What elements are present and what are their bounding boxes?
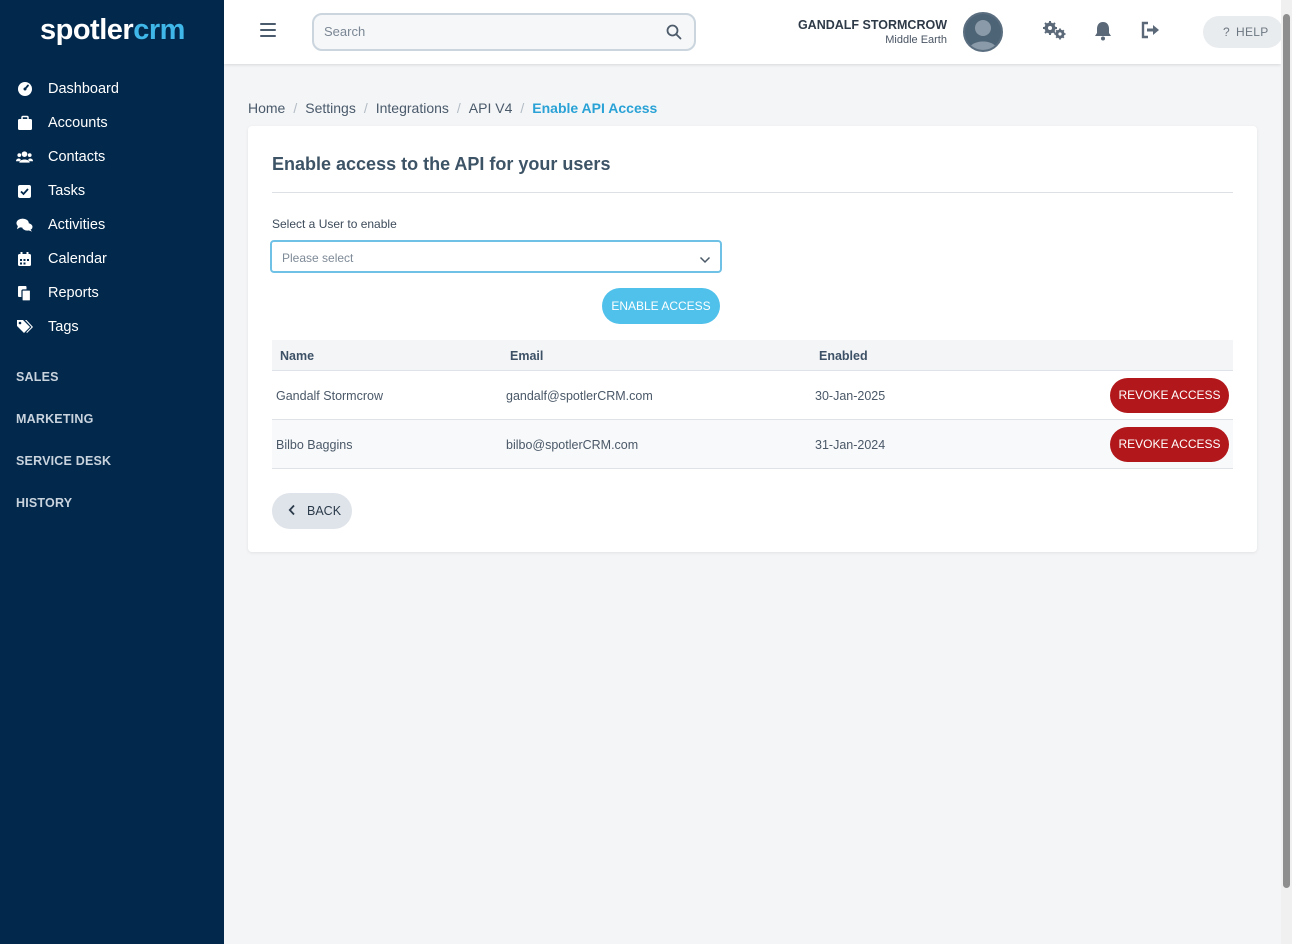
user-name: GANDALF STORMCROW [797, 18, 947, 32]
menu-toggle-icon[interactable] [260, 23, 276, 39]
page-title: Enable access to the API for your users [272, 154, 611, 174]
question-icon: ? [1223, 25, 1230, 39]
top-bar: GANDALF STORMCROW Middle Earth ? HELP [224, 0, 1283, 64]
briefcase-icon [16, 115, 33, 132]
column-header-name: Name [280, 349, 315, 363]
sidebar-item-reports[interactable]: Reports [0, 276, 224, 310]
search-input[interactable] [324, 24, 644, 39]
logout-icon[interactable] [1140, 20, 1164, 44]
back-label: BACK [307, 504, 342, 518]
sidebar-item-label: Accounts [48, 115, 108, 131]
dashboard-icon [16, 81, 33, 98]
cell-email: bilbo@spotlerCRM.com [506, 438, 639, 452]
chevron-down-icon [699, 252, 711, 270]
breadcrumb: Home / Settings / Integrations / API V4 … [248, 100, 657, 116]
sidebar-item-accounts[interactable]: Accounts [0, 106, 224, 140]
app-logo[interactable]: spotlercrm [40, 14, 185, 47]
chevron-left-icon [288, 504, 296, 519]
sidebar-section-sales[interactable]: SALES [16, 370, 59, 384]
divider [272, 192, 1233, 193]
sidebar-item-tags[interactable]: Tags [0, 310, 224, 344]
user-select-label: Select a User to enable [272, 217, 397, 231]
enable-access-button[interactable]: ENABLE ACCESS [602, 288, 720, 324]
breadcrumb-separator: / [363, 100, 368, 116]
logo-text-spotler: spotler [40, 14, 134, 46]
sidebar-item-tasks[interactable]: Tasks [0, 174, 224, 208]
breadcrumb-separator: / [293, 100, 298, 116]
sidebar-item-contacts[interactable]: Contacts [0, 140, 224, 174]
sidebar-section-service-desk[interactable]: SERVICE DESK [16, 454, 111, 468]
checkbox-icon [16, 183, 33, 200]
sidebar-item-dashboard[interactable]: Dashboard [0, 72, 224, 106]
help-label: HELP [1235, 25, 1269, 39]
sidebar-item-calendar[interactable]: Calendar [0, 242, 224, 276]
table-row: Gandalf Stormcrow gandalf@spotlerCRM.com… [272, 371, 1233, 420]
sidebar-item-label: Tasks [48, 183, 86, 199]
breadcrumb-settings[interactable]: Settings [305, 100, 356, 116]
cell-enabled-date: 30-Jan-2025 [815, 389, 886, 403]
revoke-access-button[interactable]: REVOKE ACCESS [1110, 427, 1229, 462]
sidebar-item-label: Contacts [48, 149, 106, 165]
sidebar-item-label: Reports [48, 285, 99, 301]
user-select-placeholder: Please select [282, 251, 354, 265]
breadcrumb-home[interactable]: Home [248, 100, 285, 116]
breadcrumb-separator: / [520, 100, 525, 116]
user-select[interactable]: Please select [270, 240, 722, 273]
sidebar-item-label: Tags [48, 319, 79, 335]
scrollbar-thumb[interactable] [1283, 14, 1290, 888]
avatar[interactable] [963, 12, 1003, 52]
breadcrumb-integrations[interactable]: Integrations [376, 100, 449, 116]
user-location: Middle Earth [885, 34, 947, 46]
comments-icon [16, 217, 33, 234]
sidebar-item-label: Activities [48, 217, 106, 233]
sidebar-item-label: Calendar [48, 251, 107, 267]
sidebar: spotlercrm Dashboard Accounts Contacts T… [0, 0, 224, 944]
cell-email: gandalf@spotlerCRM.com [506, 389, 653, 403]
breadcrumb-api-v4[interactable]: API V4 [469, 100, 513, 116]
calendar-icon [16, 251, 33, 268]
sidebar-section-history[interactable]: HISTORY [16, 496, 72, 510]
api-users-table: Name Email Enabled Gandalf Stormcrow gan… [272, 340, 1233, 469]
column-header-email: Email [510, 349, 544, 363]
table-row: Bilbo Baggins bilbo@spotlerCRM.com 31-Ja… [272, 420, 1233, 469]
cell-name: Bilbo Baggins [276, 438, 353, 452]
notification-bell-icon[interactable] [1093, 20, 1117, 44]
tags-icon [16, 319, 33, 336]
api-access-card: Enable access to the API for your users … [248, 126, 1257, 552]
sidebar-section-marketing[interactable]: MARKETING [16, 412, 94, 426]
search-icon[interactable] [666, 24, 682, 45]
breadcrumb-separator: / [456, 100, 461, 116]
table-header: Name Email Enabled [272, 340, 1233, 371]
sidebar-item-activities[interactable]: Activities [0, 208, 224, 242]
help-button[interactable]: ? HELP [1203, 16, 1283, 48]
cell-enabled-date: 31-Jan-2024 [815, 438, 886, 452]
sidebar-item-label: Dashboard [48, 81, 119, 97]
settings-gears-icon[interactable] [1042, 20, 1066, 44]
revoke-access-button[interactable]: REVOKE ACCESS [1110, 378, 1229, 413]
column-header-enabled: Enabled [819, 349, 868, 363]
cell-name: Gandalf Stormcrow [276, 389, 383, 403]
logo-text-crm: crm [133, 14, 185, 46]
sidebar-nav: Dashboard Accounts Contacts Tasks Activi… [0, 72, 224, 344]
breadcrumb-current: Enable API Access [532, 100, 658, 116]
search-box [312, 13, 696, 51]
back-button[interactable]: BACK [272, 493, 352, 529]
copy-icon [16, 285, 33, 302]
users-icon [16, 149, 33, 166]
